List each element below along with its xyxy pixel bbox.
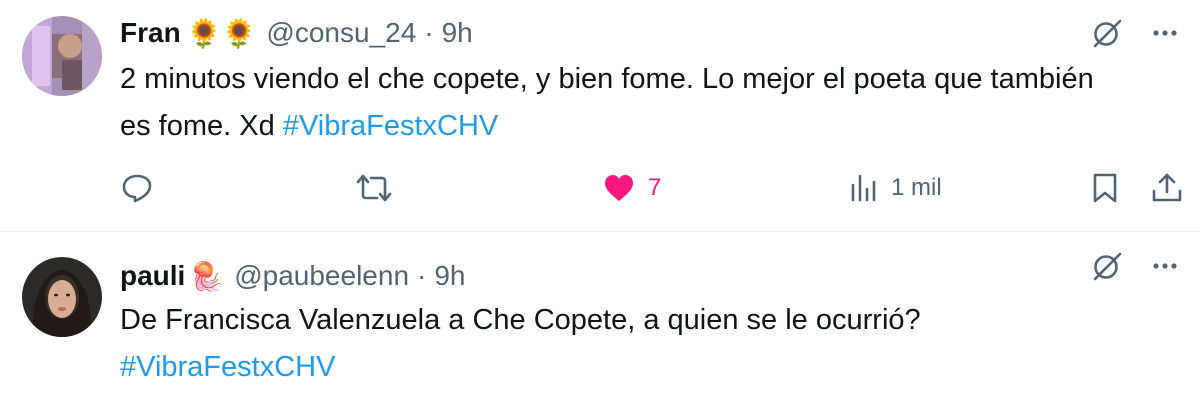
separator-dot: · <box>424 17 434 48</box>
tweet-text-line: 2 minutos viendo el che copete, y bien f… <box>120 63 1094 95</box>
author-handle[interactable]: @paubeelenn <box>234 260 409 292</box>
tweet-text-line: es fome. Xd #VibraFestxCHV <box>120 103 1180 150</box>
tweet-timestamp[interactable]: 9h <box>434 260 465 292</box>
views-count: 1 mil <box>891 174 942 201</box>
retweet-button[interactable] <box>355 166 393 210</box>
grok-icon[interactable] <box>1090 16 1124 55</box>
grok-icon[interactable] <box>1090 249 1124 288</box>
author-avatar-fran[interactable] <box>22 16 102 96</box>
heart-filled-icon <box>605 175 633 201</box>
tweet-fran[interactable]: Fran 🌻🌻 @consu_24 · 9h 2 minutos viendo … <box>0 0 1200 232</box>
tweet-text: 2 minutos viendo el che copete, y bien f… <box>120 56 1180 150</box>
tweet-text: De Francisca Valenzuela a Che Copete, a … <box>120 297 1180 391</box>
author-name[interactable]: pauli <box>120 260 185 292</box>
like-count: 7 <box>648 174 662 201</box>
share-icon <box>1152 173 1182 202</box>
more-icon[interactable] <box>1150 251 1180 286</box>
author-handle[interactable]: @consu_24 <box>266 17 416 49</box>
tweet-text-line: #VibraFestxCHV <box>120 344 1180 391</box>
avatar-image <box>22 257 102 337</box>
tweet-header: pauli 🪼 @paubeelenn · 9h <box>120 256 466 296</box>
avatar-image <box>22 16 102 96</box>
tweet-timestamp[interactable]: 9h <box>442 17 473 49</box>
hashtag-link[interactable]: #VibraFestxCHV <box>120 351 335 383</box>
author-name-emoji: 🪼 <box>189 260 225 292</box>
share-button[interactable] <box>1150 166 1184 210</box>
tweet-header: Fran 🌻🌻 @consu_24 · 9h <box>120 13 473 53</box>
reply-button[interactable] <box>120 166 154 210</box>
author-name[interactable]: Fran <box>120 17 181 49</box>
author-avatar-pauli[interactable] <box>22 257 102 337</box>
like-button[interactable]: 7 <box>602 166 661 210</box>
tweet-text-line: De Francisca Valenzuela a Che Copete, a … <box>120 304 921 336</box>
more-icon[interactable] <box>1150 18 1180 53</box>
tweet-actions-bar: 7 1 mil <box>120 166 1185 210</box>
retweet-icon <box>356 174 392 202</box>
bookmark-button[interactable] <box>1090 166 1120 210</box>
views-chart-icon <box>851 174 876 202</box>
tweet-pauli[interactable]: pauli 🪼 @paubeelenn · 9h De Francisca Va… <box>0 233 1200 415</box>
views-button[interactable]: 1 mil <box>847 166 942 210</box>
separator-dot: · <box>417 260 427 291</box>
hashtag-link[interactable]: #VibraFestxCHV <box>283 110 498 142</box>
bookmark-icon <box>1093 173 1117 203</box>
tweet-top-actions <box>1090 249 1180 288</box>
tweet-top-actions <box>1090 16 1180 55</box>
tweet-text-tail: es fome. Xd <box>120 110 275 142</box>
reply-icon <box>122 174 152 203</box>
author-name-emoji: 🌻🌻 <box>186 17 257 49</box>
